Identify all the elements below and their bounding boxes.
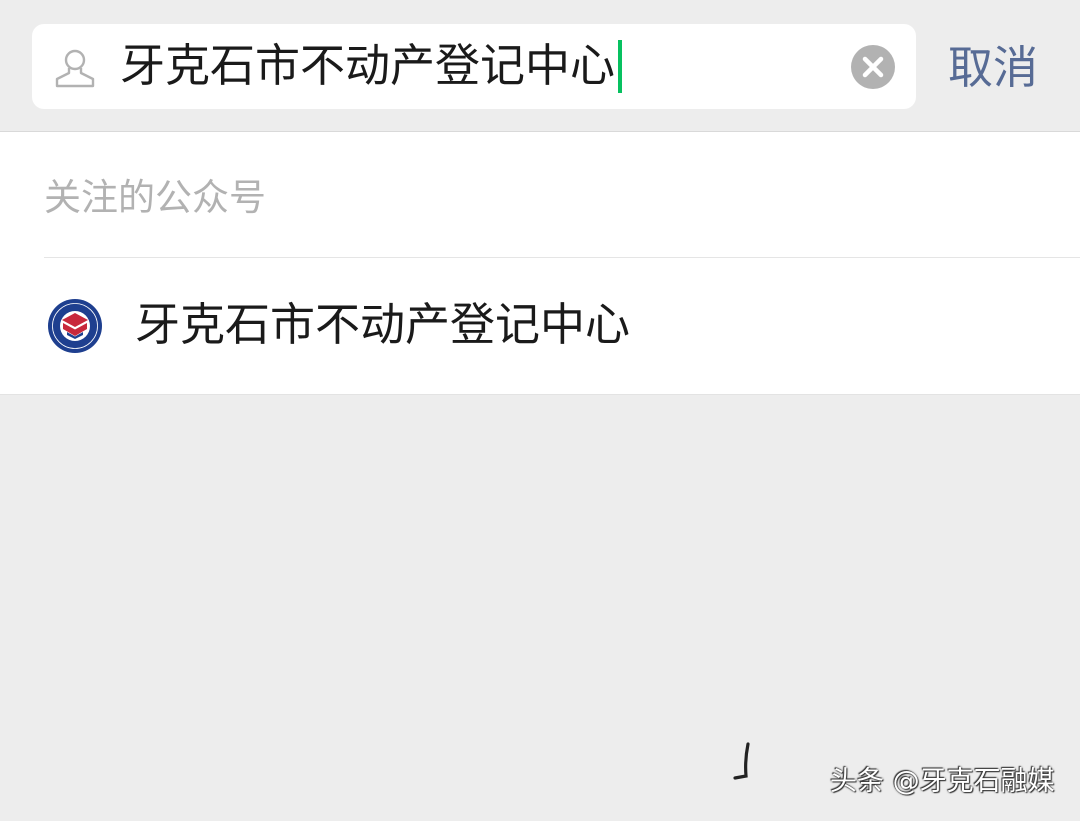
search-header: 牙克石市不动产登记中心 取消 xyxy=(0,0,1080,132)
clear-search-button[interactable] xyxy=(851,45,895,89)
watermark-mark-icon xyxy=(733,742,750,780)
search-input[interactable]: 牙克石市不动产登记中心 xyxy=(120,34,615,98)
cancel-button[interactable]: 取消 xyxy=(948,36,1038,100)
search-results: 关注的公众号 牙克石市不动产登记中心 xyxy=(0,132,1080,395)
text-cursor xyxy=(618,40,622,93)
clear-x-icon xyxy=(862,56,884,78)
watermark-text: 头条 @牙克石融媒 xyxy=(830,766,1055,797)
section-title-followed-accounts: 关注的公众号 xyxy=(44,176,266,219)
real-estate-registration-logo xyxy=(48,299,102,353)
person-icon xyxy=(55,49,95,88)
account-name: 牙克石市不动产登记中心 xyxy=(135,298,631,351)
search-page: 牙克石市不动产登记中心 取消 关注的公众号 牙克石市不动产登记中心 头条 @牙克… xyxy=(0,0,1080,821)
list-item[interactable]: 牙克石市不动产登记中心 xyxy=(0,258,1080,394)
